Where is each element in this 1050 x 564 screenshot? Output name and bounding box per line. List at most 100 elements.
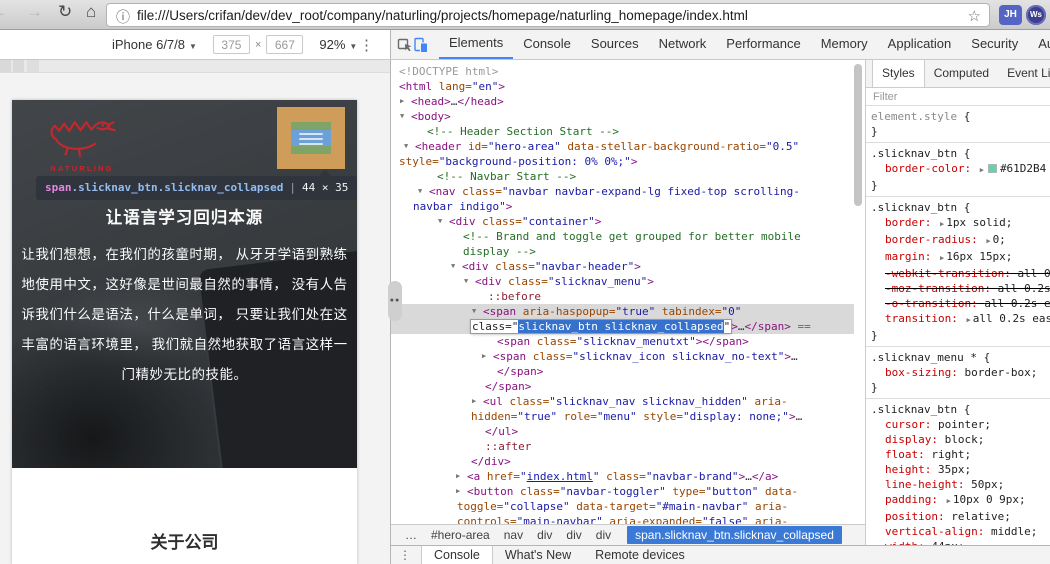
code-line[interactable]: navbar indigo"> (391, 199, 854, 214)
styles-tab-event-listeners[interactable]: Event Listeners (998, 60, 1050, 87)
inspect-element-icon[interactable] (397, 33, 413, 57)
viewport-height-input[interactable] (266, 35, 304, 54)
code-line[interactable]: …▼<span aria-haspopup="true" tabindex="0… (391, 304, 854, 319)
collapse-arrow-icon[interactable]: ▼ (472, 304, 476, 319)
expand-arrow-icon[interactable]: ▶ (947, 497, 951, 505)
code-line[interactable]: style="background-position: 0% 0%;"> (391, 154, 854, 169)
collapse-arrow-icon[interactable]: ▼ (418, 184, 422, 199)
styles-tab-styles[interactable]: Styles (872, 60, 925, 87)
code-line[interactable]: </span> (391, 379, 854, 394)
styles-filter-input[interactable]: Filter (866, 88, 1050, 106)
device-toolbar-icon[interactable] (413, 33, 429, 57)
code-line[interactable]: ▼ <nav class="navbar navbar-expand-lg fix… (391, 184, 854, 199)
code-line[interactable]: <!DOCTYPE html> (391, 64, 854, 79)
naturling-logo[interactable]: NATURLING (40, 108, 124, 173)
code-line[interactable]: <span class="slicknav_menutxt"></span> (391, 334, 854, 349)
elements-scrollbar[interactable] (854, 64, 862, 206)
css-declaration[interactable]: padding: ▶ 10px 0 9px; (871, 492, 1050, 509)
reload-button[interactable]: ↻ (58, 2, 72, 22)
collapse-arrow-icon[interactable]: ▼ (404, 139, 408, 154)
devtools-tab-network[interactable]: Network (649, 30, 717, 59)
expand-arrow-icon[interactable]: ▶ (482, 349, 486, 364)
css-declaration[interactable]: line-height: 50px; (871, 477, 1050, 492)
code-line[interactable]: <!-- Header Section Start --> (391, 124, 854, 139)
collapse-arrow-icon[interactable]: ▼ (400, 109, 404, 124)
code-line[interactable]: ::after (391, 439, 854, 454)
css-declaration[interactable]: cursor: pointer; (871, 417, 1050, 432)
code-line[interactable]: ▼ <div class="navbar-header"> (391, 259, 854, 274)
devtools-tab-application[interactable]: Application (878, 30, 962, 59)
inspect-highlight-margin[interactable] (277, 107, 345, 169)
style-rule[interactable]: .slicknav_btn {cursor: pointer; display: … (866, 399, 1050, 545)
code-line[interactable]: ▼ <div class="container"> (391, 214, 854, 229)
code-line[interactable]: hidden="true" role="menu" style="display… (391, 409, 854, 424)
profile-badge-ws[interactable]: Ws (1026, 5, 1046, 25)
code-line[interactable]: ▶ <span class="slicknav_icon slicknav_no-… (391, 349, 854, 364)
devtools-tab-memory[interactable]: Memory (811, 30, 878, 59)
css-declaration[interactable]: border-color: ▶ #61D2B4 (871, 161, 1050, 178)
css-declaration[interactable]: -moz-transition: all 0.2s ease; (871, 281, 1050, 296)
collapse-arrow-icon[interactable]: ▼ (464, 274, 468, 289)
style-rule[interactable]: element.style {} (866, 106, 1050, 143)
expand-arrow-icon[interactable]: ▶ (456, 469, 460, 484)
expand-arrow-icon[interactable]: ▶ (456, 484, 460, 499)
style-rule[interactable]: .slicknav_btn {border-color: ▶ #61D2B4} (866, 143, 1050, 197)
expand-arrow-icon[interactable]: ▶ (986, 237, 990, 245)
drawer-tab-remote-devices[interactable]: Remote devices (583, 546, 697, 564)
code-line[interactable]: ▶ <head>…</head> (391, 94, 854, 109)
style-rule[interactable]: .slicknav_btn {border: ▶ 1px solid; border… (866, 197, 1050, 347)
expand-arrow-icon[interactable]: ▶ (400, 94, 404, 109)
css-declaration[interactable]: border: ▶ 1px solid; (871, 215, 1050, 232)
code-line[interactable]: <!-- Navbar Start --> (391, 169, 854, 184)
info-icon[interactable]: ⓘ (116, 7, 130, 27)
home-button[interactable]: ⌂ (86, 2, 96, 22)
styles-tab-computed[interactable]: Computed (925, 60, 998, 87)
css-declaration[interactable]: transition: ▶all 0.2s ease; (871, 311, 1050, 328)
devtools-tab-performance[interactable]: Performance (716, 30, 810, 59)
code-line[interactable]: toggle="collapse" data-target="#main-nav… (391, 499, 854, 514)
css-declaration[interactable]: margin: ▶ 16px 15px; (871, 249, 1050, 266)
code-line[interactable]: ::before (391, 289, 854, 304)
zoom-select[interactable]: 92% ▼ (319, 37, 357, 52)
css-declaration[interactable]: border-radius: ▶ 0; (871, 232, 1050, 249)
viewport-width-input[interactable] (212, 35, 250, 54)
extension-badge-jh[interactable]: JH (999, 5, 1022, 25)
css-declaration[interactable]: height: 35px; (871, 462, 1050, 477)
expand-arrow-icon[interactable]: ▶ (472, 394, 476, 409)
breadcrumb-item[interactable]: #hero-area (431, 528, 490, 542)
code-line[interactable]: ▶ <button class="navbar-toggler" type="bu… (391, 484, 854, 499)
css-declaration[interactable]: float: right; (871, 447, 1050, 462)
expand-arrow-icon[interactable]: ▶ (980, 166, 984, 174)
drawer-menu-icon[interactable]: ⋮ (399, 546, 411, 564)
css-declaration[interactable]: display: block; (871, 432, 1050, 447)
breadcrumb-item[interactable]: span.slicknav_btn.slicknav_collapsed (627, 526, 842, 544)
code-line[interactable]: display --> (391, 244, 854, 259)
code-line[interactable]: <!-- Brand and toggle get grouped for be… (391, 229, 854, 244)
breadcrumb-item[interactable]: … (405, 528, 417, 542)
drawer-tab-what-s-new[interactable]: What's New (493, 546, 583, 564)
expand-arrow-icon[interactable]: ▶ (940, 220, 944, 228)
devtools-tab-security[interactable]: Security (961, 30, 1028, 59)
color-swatch[interactable] (987, 164, 997, 173)
code-line[interactable]: </div> (391, 454, 854, 469)
code-line[interactable]: </span> (391, 364, 854, 379)
code-line[interactable]: controls="main-navbar" aria-expanded="fa… (391, 514, 854, 524)
bookmark-star-icon[interactable]: ☆ (968, 7, 981, 25)
css-declaration[interactable]: box-sizing: border-box; (871, 365, 1050, 380)
breadcrumb-item[interactable]: nav (504, 528, 523, 542)
attribute-edit-box[interactable]: class="slicknav_btn slicknav_collapsed" (469, 319, 733, 334)
expand-arrow-icon[interactable]: ▶ (966, 316, 970, 324)
device-toolbar-menu-icon[interactable]: ⋮ (359, 36, 374, 54)
devtools-tab-audits[interactable]: Audits (1028, 30, 1050, 59)
code-line[interactable]: class="slicknav_btn slicknav_collapsed">… (391, 319, 854, 334)
back-button[interactable]: ← (0, 2, 7, 22)
code-line[interactable]: ▶ <a href="index.html" class="navbar-bran… (391, 469, 854, 484)
code-line[interactable]: ▼ <div class="slicknav_menu"> (391, 274, 854, 289)
code-line[interactable]: </ul> (391, 424, 854, 439)
collapse-arrow-icon[interactable]: ▼ (451, 259, 455, 274)
forward-button[interactable]: → (26, 2, 43, 22)
breadcrumb-item[interactable]: div (566, 528, 581, 542)
devtools-tab-elements[interactable]: Elements (439, 30, 514, 59)
breadcrumb-item[interactable]: div (596, 528, 611, 542)
devtools-tab-console[interactable]: Console (513, 30, 581, 59)
